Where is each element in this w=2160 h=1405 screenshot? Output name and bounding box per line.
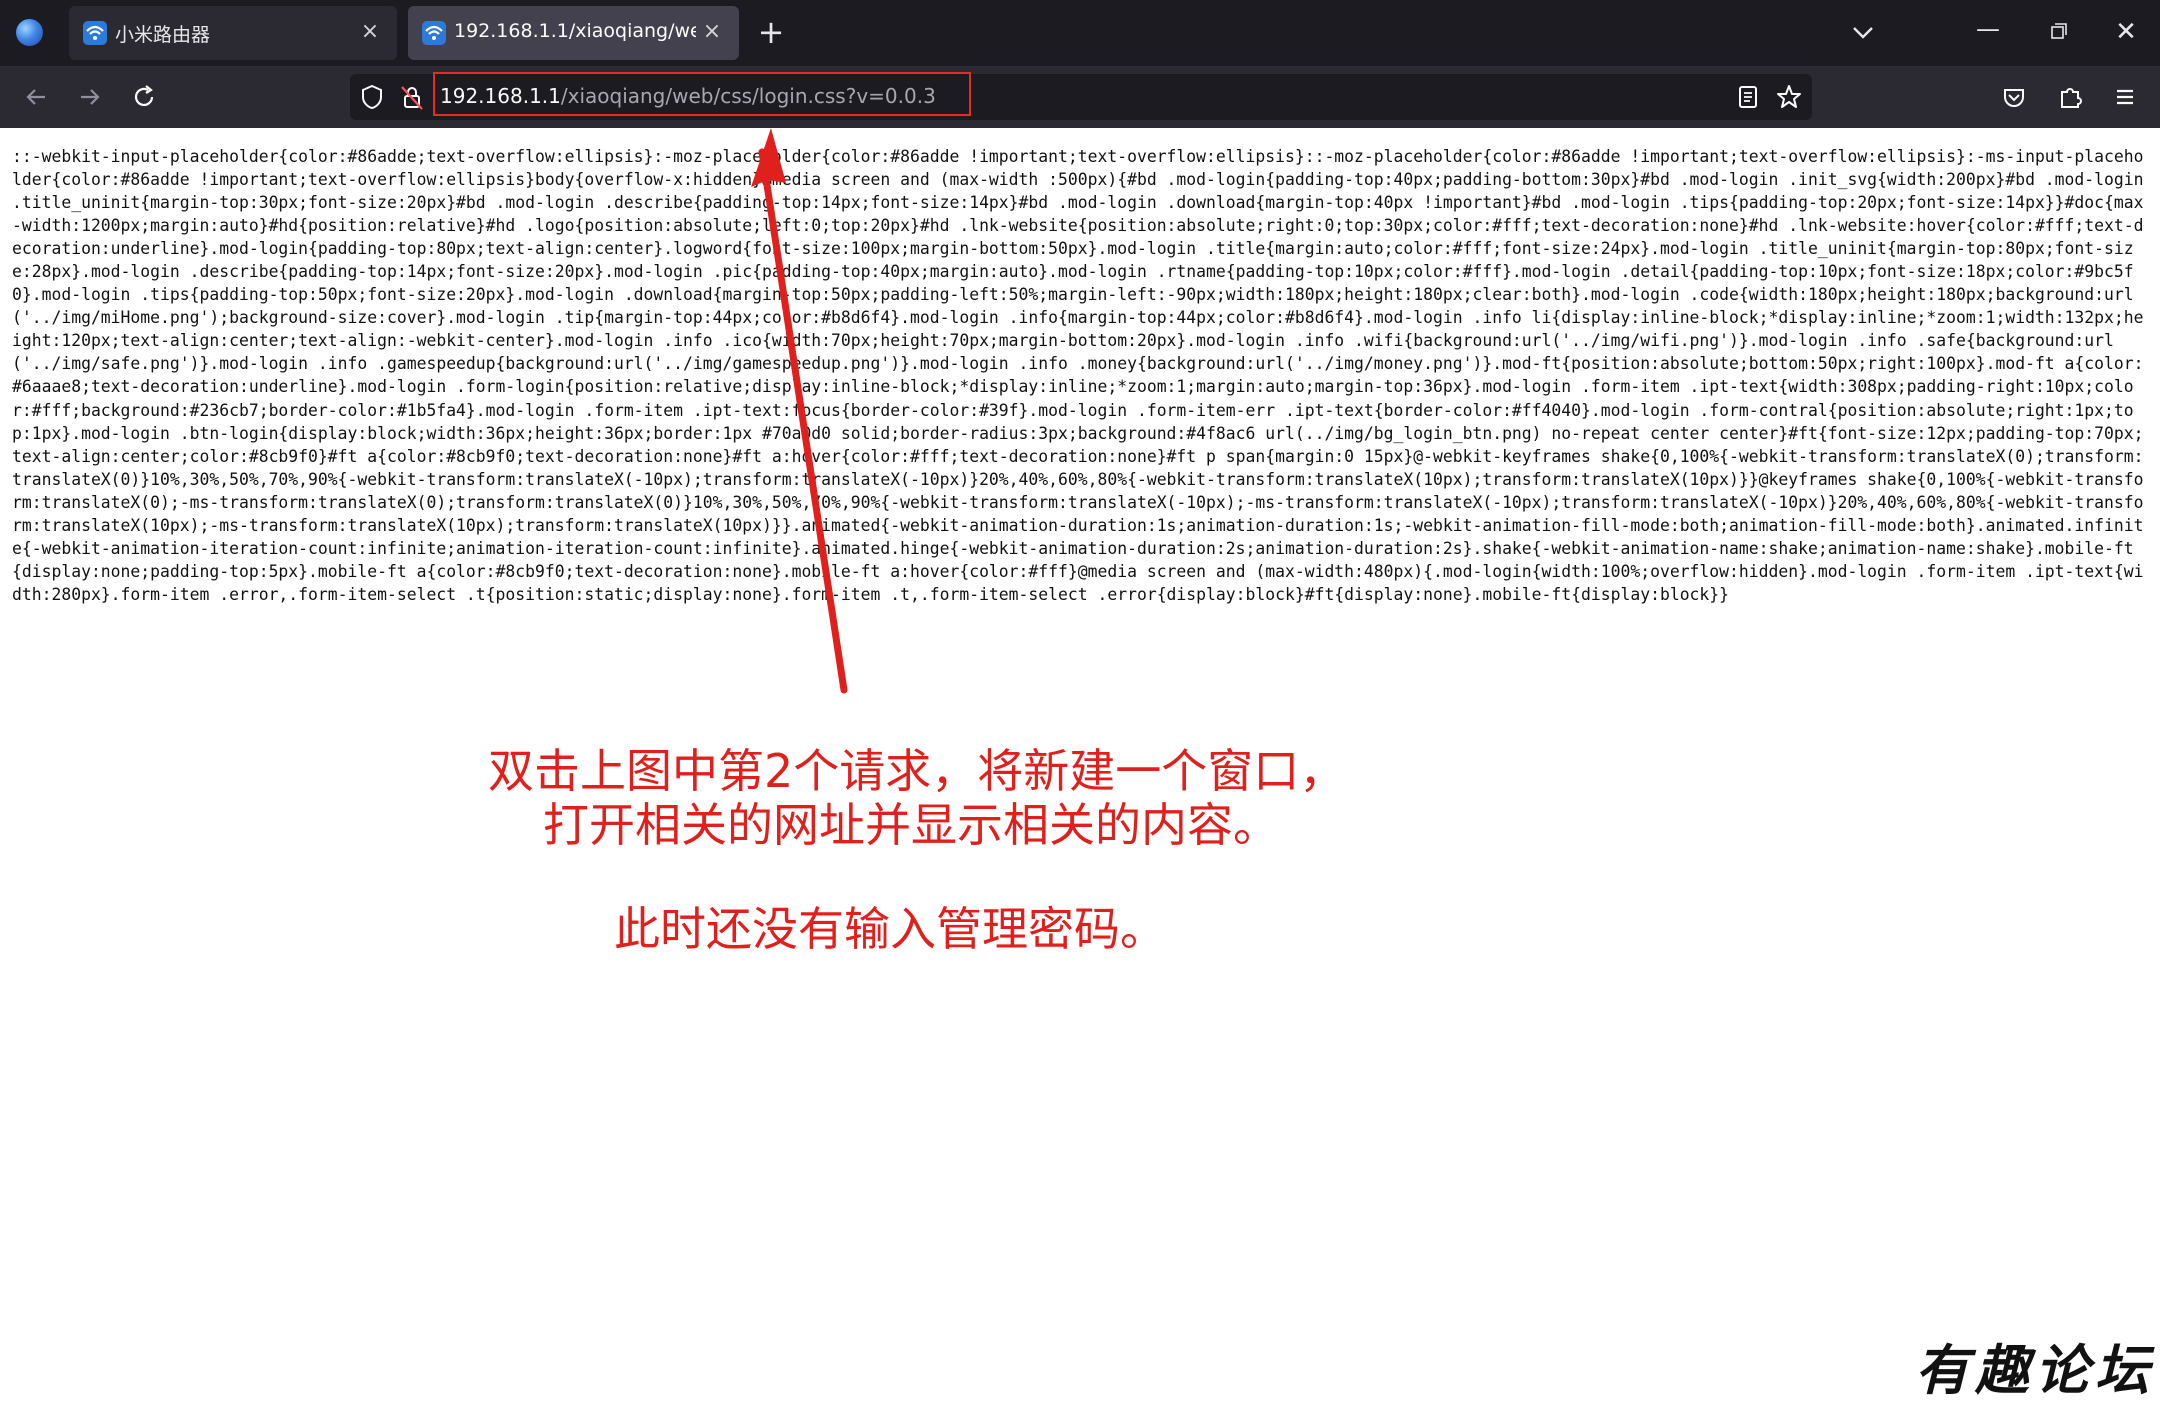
wifi-favicon-icon: [83, 21, 107, 45]
navigation-toolbar: 192.168.1.1/xiaoqiang/web/css/login.css?…: [0, 66, 2160, 128]
tab-strip: 小米路由器 × 192.168.1.1/xiaoqiang/web/c × + …: [0, 0, 2160, 66]
tab-title: 192.168.1.1/xiaoqiang/web/c: [454, 20, 696, 42]
url-highlight-box: [433, 72, 971, 116]
tab-close-icon[interactable]: ×: [357, 19, 383, 45]
window-close-button[interactable]: ✕: [2106, 14, 2146, 50]
shield-icon[interactable]: [356, 81, 388, 113]
tab-title: 小米路由器: [115, 24, 211, 46]
back-arrow-icon[interactable]: [21, 82, 51, 112]
pocket-icon[interactable]: [1999, 82, 2029, 112]
extensions-puzzle-icon[interactable]: [2055, 82, 2085, 112]
insecure-lock-icon[interactable]: [396, 81, 428, 113]
tab-xiaomi-router[interactable]: 小米路由器 ×: [69, 6, 397, 60]
new-tab-button[interactable]: +: [754, 15, 788, 49]
reader-view-icon[interactable]: [1733, 82, 1763, 112]
reload-icon[interactable]: [129, 82, 159, 112]
window-restore-button[interactable]: [2037, 14, 2077, 50]
tab-close-icon[interactable]: ×: [699, 19, 725, 45]
browser-logo-icon[interactable]: [16, 19, 43, 46]
annotation-line-2: 打开相关的网址并显示相关的内容。: [543, 798, 1279, 852]
bookmark-star-icon[interactable]: [1774, 82, 1804, 112]
tab-login-css[interactable]: 192.168.1.1/xiaoqiang/web/c ×: [408, 6, 739, 60]
hamburger-menu-icon[interactable]: [2110, 82, 2140, 112]
wifi-favicon-icon: [422, 21, 446, 45]
watermark-logo: 有趣论坛: [1915, 1338, 2155, 1402]
annotation-line-3: 此时还没有输入管理密码。: [614, 902, 1166, 956]
annotation-line-1: 双击上图中第2个请求，将新建一个窗口，: [488, 744, 1346, 798]
list-all-tabs-chevron-down-icon[interactable]: [1846, 18, 1880, 48]
forward-arrow-icon[interactable]: [75, 82, 105, 112]
css-source-text: ::-webkit-input-placeholder{color:#86add…: [12, 147, 2154, 604]
window-minimize-button[interactable]: —: [1968, 14, 2008, 50]
